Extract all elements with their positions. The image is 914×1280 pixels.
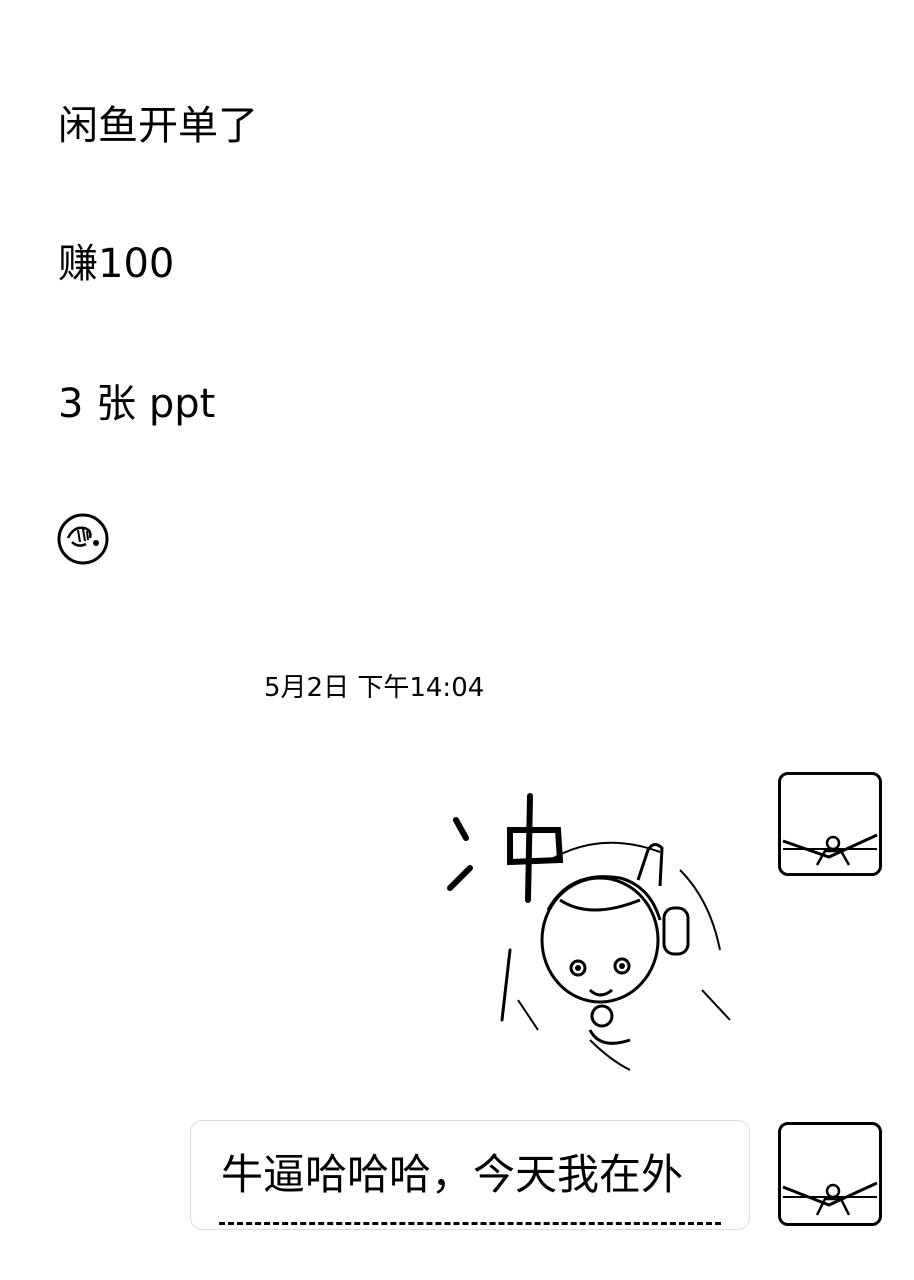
cheering-anime-girl-sticker[interactable] [440, 790, 740, 1080]
outgoing-message-text: 牛逼哈哈哈，今天我在外 [221, 1150, 684, 1199]
chong-calligraphy [447, 793, 564, 1022]
avatar[interactable] [778, 1122, 882, 1226]
outgoing-message-bubble[interactable]: 牛逼哈哈哈，今天我在外 [190, 1120, 750, 1230]
avatar[interactable] [778, 772, 882, 876]
message-text-2: 赚100 [58, 241, 175, 287]
message-text-3: 3 张 ppt [58, 381, 216, 427]
facepalm-emoji-icon [56, 512, 110, 566]
timestamp: 5月2日 下午14:04 [264, 673, 485, 703]
message-text-1: 闲鱼开单了 [58, 103, 258, 149]
bubble-divider [219, 1222, 721, 1225]
